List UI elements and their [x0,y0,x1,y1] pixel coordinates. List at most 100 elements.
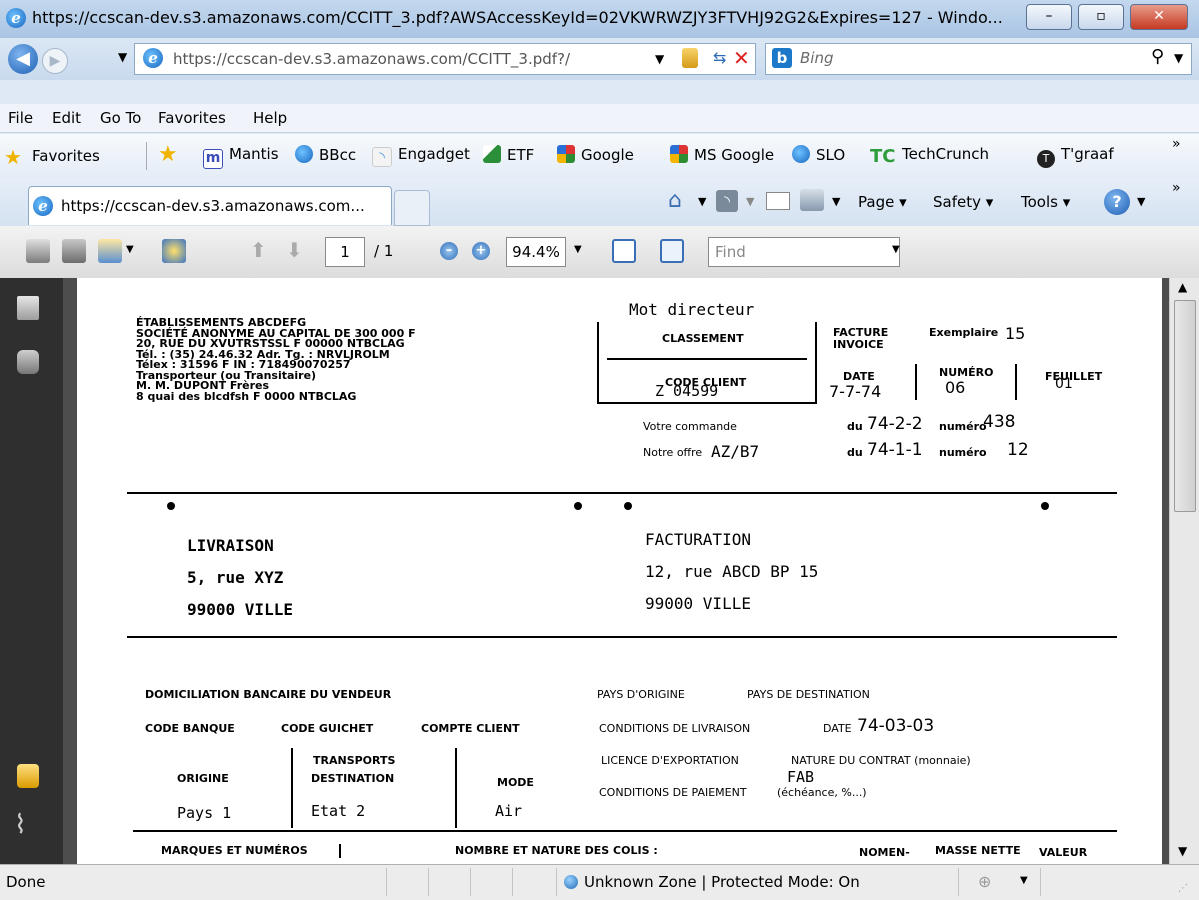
search-icon[interactable]: ⚲ [1151,46,1164,67]
read-mail-icon[interactable] [766,192,790,210]
address-url[interactable]: https://ccscan-dev.s3.amazonaws.com/CCIT… [173,50,570,68]
address-dropdown-icon[interactable]: ▼ [655,52,664,66]
origine-value: Pays 1 [177,804,232,822]
divider [146,142,147,170]
classement-label: CLASSEMENT [662,332,744,345]
fit-page-icon[interactable] [660,239,684,263]
table-header: NOMEN- [859,846,910,859]
next-page-icon[interactable]: ⬇ [286,238,303,262]
google-icon [557,145,575,163]
print-icon[interactable] [800,189,824,211]
zoom-out-icon[interactable]: – [440,242,458,260]
find-input[interactable]: Find [708,237,900,267]
search-box[interactable]: b Bing ⚲ ▼ [765,43,1192,75]
scroll-up-icon[interactable]: ▲ [1178,280,1187,294]
zoom-in-icon[interactable]: + [472,242,490,260]
scroll-down-icon[interactable]: ▼ [1178,844,1187,858]
stop-icon[interactable]: ✕ [733,46,750,70]
document-area[interactable]: ÉTABLISSEMENTS ABCDEFG SOCIÉTÉ ANONYME A… [63,278,1169,864]
favorites-overflow-chevron[interactable]: » [1172,136,1181,152]
back-icon[interactable]: ◀ [8,44,38,74]
scroll-thumb[interactable] [1174,300,1196,512]
dot [1041,502,1049,510]
add-favorite-icon[interactable]: ★ [158,142,178,167]
compatibility-icon[interactable]: ⇆ [713,48,726,67]
offre-du-label: du [847,446,863,459]
help-icon[interactable]: ? [1104,189,1130,215]
safety-menu[interactable]: Safety ▾ [933,193,993,211]
search-placeholder: Bing [800,49,834,67]
window-title: https://ccscan-dev.s3.amazonaws.com/CCIT… [32,8,1003,27]
fav-google[interactable]: Google [557,145,634,164]
find-dropdown-icon[interactable]: ▼ [892,244,900,255]
print-dropdown-icon[interactable]: ▼ [832,195,840,208]
commande-date: 74-2-2 [867,414,923,434]
rule [291,748,293,828]
maximize-button[interactable]: ▫ [1078,4,1124,30]
fav-ms-google[interactable]: MS Google [670,145,774,164]
zone-text[interactable]: Unknown Zone | Protected Mode: On [584,873,860,891]
table-header: NOMBRE ET NATURE DES COLIS : [455,844,658,857]
fav-mantis[interactable]: m Mantis [203,145,279,169]
home-icon[interactable]: ⌂ [668,188,682,213]
binoculars-icon[interactable] [17,350,39,374]
menu-help[interactable]: Help [253,109,287,127]
resize-grip[interactable]: ⋰ [1178,883,1188,894]
new-tab-button[interactable] [394,190,430,226]
zoom-status-dropdown-icon[interactable]: ▼ [1020,875,1028,886]
previous-page-icon[interactable]: ⬆ [250,238,267,262]
feeds-icon[interactable]: ◝ [716,190,738,212]
page-menu[interactable]: Page ▾ [858,193,907,211]
code-guichet-label: CODE GUICHET [281,722,374,735]
code-banque-label: CODE BANQUE [145,722,235,735]
home-dropdown-icon[interactable]: ▼ [698,195,706,208]
address-bar[interactable]: e https://ccscan-dev.s3.amazonaws.com/CC… [134,43,756,75]
search-options-icon[interactable]: ▼ [1174,51,1183,65]
share-icon[interactable] [98,239,122,263]
menu-goto[interactable]: Go To [100,109,141,127]
forward-icon[interactable]: ▶ [42,48,68,74]
pays-origine-label: PAYS D'ORIGINE [597,688,685,701]
zoom-status-icon[interactable]: ⊕ [978,872,991,891]
save-icon[interactable] [62,239,86,263]
rule [815,322,817,402]
share-dropdown-icon[interactable]: ▼ [126,244,134,255]
menu-favorites[interactable]: Favorites [158,109,226,127]
nature-contrat-label: NATURE DU CONTRAT (monnaie) [791,754,971,767]
close-button[interactable]: ✕ [1130,4,1188,30]
tab-active[interactable]: e https://ccscan-dev.s3.amazonaws.com... [28,186,392,225]
commandbar-overflow-chevron[interactable]: » [1172,180,1181,196]
table-top-rule [133,830,1117,832]
history-dropdown-icon[interactable]: ▼ [118,50,127,64]
comments-icon[interactable] [17,764,39,788]
fav-slo[interactable]: SLO [792,145,845,164]
comment-tool-icon[interactable] [162,239,186,263]
fav-tgraaf[interactable]: T T'graaf [1037,145,1114,168]
code-client-value: Z 04599 [655,382,719,400]
fit-width-icon[interactable] [612,239,636,263]
favorites-button[interactable]: ★ Favorites [4,145,100,169]
attachments-icon[interactable]: ⌇ [14,810,27,840]
menu-edit[interactable]: Edit [52,109,81,127]
help-dropdown-icon[interactable]: ▼ [1137,195,1145,208]
zoom-dropdown-icon[interactable]: ▼ [574,244,582,255]
divider [428,868,429,896]
feeds-dropdown-icon[interactable]: ▼ [746,195,754,208]
menu-file[interactable]: File [8,109,33,127]
page-number-input[interactable]: 1 [325,237,365,267]
fav-bbcc[interactable]: BBcc [295,145,356,164]
numero-value: 06 [945,378,966,397]
fav-engadget[interactable]: ◝ Engadget [372,145,470,167]
lock-icon[interactable] [682,48,698,68]
zoom-level[interactable]: 94.4% [506,237,566,267]
vertical-scrollbar[interactable]: ▲ ▼ [1169,278,1199,864]
fav-etf[interactable]: ETF [483,145,534,164]
offre-numero-label: numéro [939,446,987,459]
minimize-button[interactable]: – [1026,4,1072,30]
divider [958,868,959,896]
print-icon[interactable] [26,239,50,263]
livraison-block: LIVRAISON 5, rue XYZ 99000 VILLE [187,536,293,619]
pages-icon[interactable] [17,296,39,320]
fav-techcrunch[interactable]: TC TechCrunch [870,145,989,167]
tools-menu[interactable]: Tools ▾ [1021,193,1070,211]
